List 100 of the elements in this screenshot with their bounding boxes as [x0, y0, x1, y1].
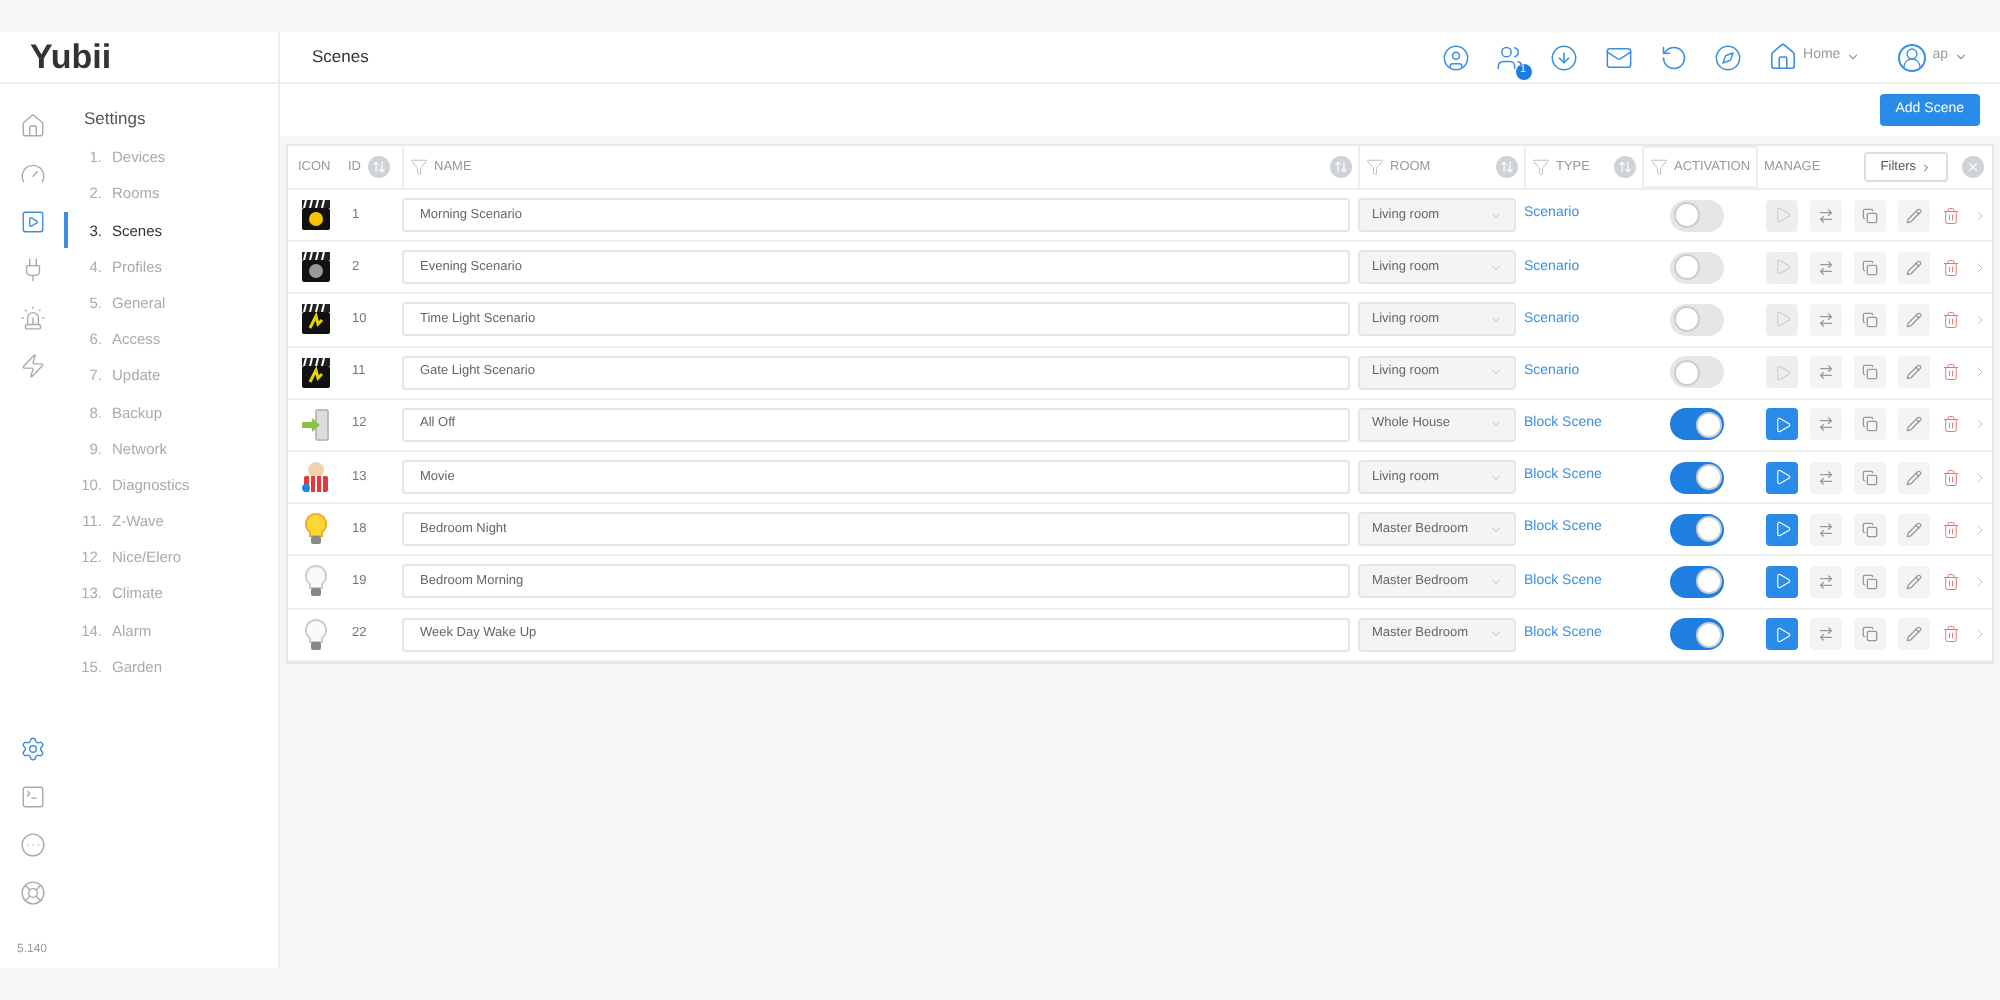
copy-button[interactable]	[1854, 251, 1886, 284]
terminal-icon[interactable]	[19, 784, 45, 810]
log-button[interactable]	[1810, 513, 1842, 546]
lifebuoy-icon[interactable]	[19, 880, 45, 906]
delete-icon[interactable]	[1942, 571, 1960, 592]
activation-toggle[interactable]	[1670, 356, 1724, 389]
chevron-right-icon[interactable]	[1972, 207, 1988, 224]
chevron-right-icon[interactable]	[1972, 521, 1988, 538]
play-button[interactable]	[1766, 513, 1798, 546]
light-bulb-icon	[300, 564, 332, 599]
log-button[interactable]	[1810, 199, 1842, 232]
chevron-down-icon	[1490, 628, 1502, 641]
download-icon[interactable]	[1549, 43, 1578, 71]
edit-button[interactable]	[1898, 513, 1930, 546]
chevron-right-icon[interactable]	[1972, 311, 1988, 328]
play-button[interactable]	[1766, 356, 1798, 389]
delete-icon[interactable]	[1942, 257, 1960, 278]
logo: Yubii	[30, 40, 112, 74]
chevron-right-icon[interactable]	[1972, 573, 1988, 590]
copy-button[interactable]	[1854, 461, 1886, 494]
filter-icon[interactable]	[1366, 158, 1384, 176]
sort-arrows-icon	[371, 160, 385, 174]
log-button[interactable]	[1810, 251, 1842, 284]
play-button[interactable]	[1766, 303, 1798, 336]
log-button[interactable]	[1810, 461, 1842, 494]
log-button[interactable]	[1810, 303, 1842, 336]
copy-button[interactable]	[1854, 513, 1886, 546]
sort-button[interactable]	[1614, 156, 1636, 178]
pencil-icon	[1906, 469, 1922, 486]
play-button[interactable]	[1766, 251, 1798, 284]
chevron-right-icon[interactable]	[1972, 259, 1988, 276]
undo-icon[interactable]	[1659, 43, 1688, 71]
sort-button[interactable]	[1330, 156, 1352, 178]
chevron-right-icon[interactable]	[1972, 626, 1988, 643]
copy-button[interactable]	[1854, 565, 1886, 598]
edit-button[interactable]	[1898, 461, 1930, 494]
log-button[interactable]	[1810, 618, 1842, 651]
settings-icon[interactable]	[19, 736, 45, 762]
activation-toggle[interactable]	[1670, 565, 1724, 598]
activation-toggle[interactable]	[1670, 251, 1724, 284]
delete-icon[interactable]	[1942, 519, 1960, 540]
activation-toggle[interactable]	[1670, 513, 1724, 546]
edit-button[interactable]	[1898, 303, 1930, 336]
filter-icon[interactable]	[410, 158, 428, 176]
delete-icon[interactable]	[1942, 414, 1960, 435]
gauge-icon[interactable]	[19, 160, 45, 188]
delete-icon[interactable]	[1942, 362, 1960, 383]
play-button[interactable]	[1766, 199, 1798, 232]
light-bulb-icon	[300, 617, 332, 652]
activation-toggle[interactable]	[1670, 408, 1724, 441]
play-icon	[1773, 625, 1791, 644]
play-button[interactable]	[1766, 461, 1798, 494]
copy-button[interactable]	[1854, 408, 1886, 441]
edit-button[interactable]	[1898, 408, 1930, 441]
mail-icon[interactable]	[1603, 43, 1634, 71]
chevron-down-icon	[1490, 418, 1502, 431]
delete-icon[interactable]	[1942, 624, 1960, 645]
pencil-icon	[1906, 416, 1922, 433]
edit-button[interactable]	[1898, 251, 1930, 284]
chevron-right-icon[interactable]	[1972, 416, 1988, 433]
compass-icon[interactable]	[1713, 43, 1742, 71]
activation-toggle[interactable]	[1670, 303, 1724, 336]
delete-icon[interactable]	[1942, 205, 1960, 226]
clear-button[interactable]	[1962, 156, 1984, 178]
play-icon	[1773, 310, 1791, 329]
edit-button[interactable]	[1898, 565, 1930, 598]
users-icon[interactable]	[1495, 43, 1524, 71]
home-icon[interactable]	[19, 112, 45, 140]
copy-icon	[1862, 311, 1878, 328]
edit-button[interactable]	[1898, 618, 1930, 651]
edit-button[interactable]	[1898, 199, 1930, 232]
chevron-right-icon[interactable]	[1972, 364, 1988, 381]
delete-icon[interactable]	[1942, 467, 1960, 488]
pencil-icon	[1906, 259, 1922, 276]
sort-button[interactable]	[367, 156, 389, 178]
activation-toggle[interactable]	[1670, 199, 1724, 232]
play-square-icon[interactable]	[19, 208, 45, 236]
lightning-icon[interactable]	[19, 352, 45, 380]
filter-icon[interactable]	[1650, 158, 1668, 176]
pencil-icon	[1906, 364, 1922, 381]
sort-button[interactable]	[1496, 156, 1518, 178]
delete-icon[interactable]	[1942, 309, 1960, 330]
log-button[interactable]	[1810, 356, 1842, 389]
copy-button[interactable]	[1854, 356, 1886, 389]
circle-dots-icon[interactable]	[19, 832, 45, 858]
play-button[interactable]	[1766, 565, 1798, 598]
copy-button[interactable]	[1854, 618, 1886, 651]
play-button[interactable]	[1766, 408, 1798, 441]
copy-button[interactable]	[1854, 199, 1886, 232]
copy-button[interactable]	[1854, 303, 1886, 336]
user-circle-icon[interactable]	[1441, 43, 1470, 71]
chevron-right-icon[interactable]	[1972, 469, 1988, 486]
edit-button[interactable]	[1898, 356, 1930, 389]
filter-icon[interactable]	[1532, 158, 1550, 176]
activation-toggle[interactable]	[1670, 618, 1724, 651]
activation-toggle[interactable]	[1670, 461, 1724, 494]
log-button[interactable]	[1810, 565, 1842, 598]
log-button[interactable]	[1810, 408, 1842, 441]
play-button[interactable]	[1766, 618, 1798, 651]
page-title: Scenes	[312, 44, 369, 70]
